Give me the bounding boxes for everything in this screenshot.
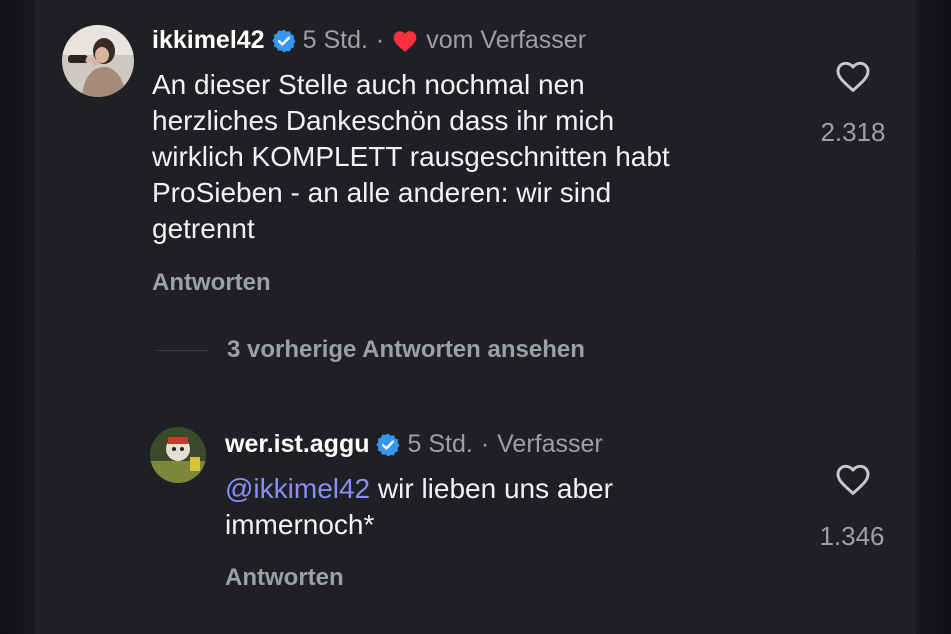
- heart-outline-icon[interactable]: [834, 462, 872, 496]
- comment-line: An dieser Stelle auch nochmal nen: [152, 69, 585, 100]
- comment-line-rest: wir lieben uns aber: [370, 473, 613, 504]
- separator-dot: ·: [480, 430, 490, 458]
- avatar[interactable]: [150, 427, 206, 483]
- view-replies-label: 3 vorherige Antworten ansehen: [227, 336, 585, 363]
- separator-dot: ·: [375, 26, 385, 54]
- avatar[interactable]: [62, 25, 134, 97]
- mention-link[interactable]: @ikkimel42: [225, 473, 370, 504]
- like-count: 1.346: [819, 521, 885, 551]
- timestamp: 5 Std.: [302, 26, 368, 54]
- verified-badge-icon: [375, 432, 401, 458]
- comment-line: wirklich KOMPLETT rausgeschnitten habt: [152, 141, 670, 172]
- comment-text: An dieser Stelle auch nochmal nen herzli…: [152, 67, 670, 247]
- author-liked-label: vom Verfasser: [426, 26, 587, 54]
- heart-outline-icon[interactable]: [834, 59, 872, 93]
- screen-edge-left: [0, 0, 34, 634]
- author-label: Verfasser: [497, 430, 603, 458]
- view-previous-replies-button[interactable]: 3 vorherige Antworten ansehen: [157, 336, 585, 364]
- like-count: 2.318: [820, 117, 886, 147]
- timestamp: 5 Std.: [407, 430, 473, 458]
- comment-line: getrennt: [152, 213, 255, 244]
- screen-edge-right: [916, 0, 951, 634]
- reply-button[interactable]: Antworten: [152, 269, 271, 297]
- comment-line: @ikkimel42 wir lieben uns aber: [225, 471, 613, 507]
- comment-text: @ikkimel42 wir lieben uns aber immernoch…: [225, 471, 613, 543]
- comment-header: ikkimel42 5 Std. · vom Verfasser: [152, 26, 586, 55]
- reply-button[interactable]: Antworten: [225, 564, 344, 592]
- username[interactable]: ikkimel42: [152, 26, 265, 55]
- comment-line: ProSieben - an alle anderen: wir sind: [152, 177, 612, 208]
- verified-badge-icon: [271, 28, 297, 54]
- comment-line: immernoch*: [225, 509, 375, 540]
- heart-filled-icon: [392, 29, 418, 53]
- divider-line: [157, 349, 207, 351]
- username[interactable]: wer.ist.aggu: [225, 430, 369, 459]
- comment-line: herzliches Dankeschön dass ihr mich: [152, 105, 615, 136]
- comment-header: wer.ist.aggu 5 Std. · Verfasser: [225, 430, 603, 459]
